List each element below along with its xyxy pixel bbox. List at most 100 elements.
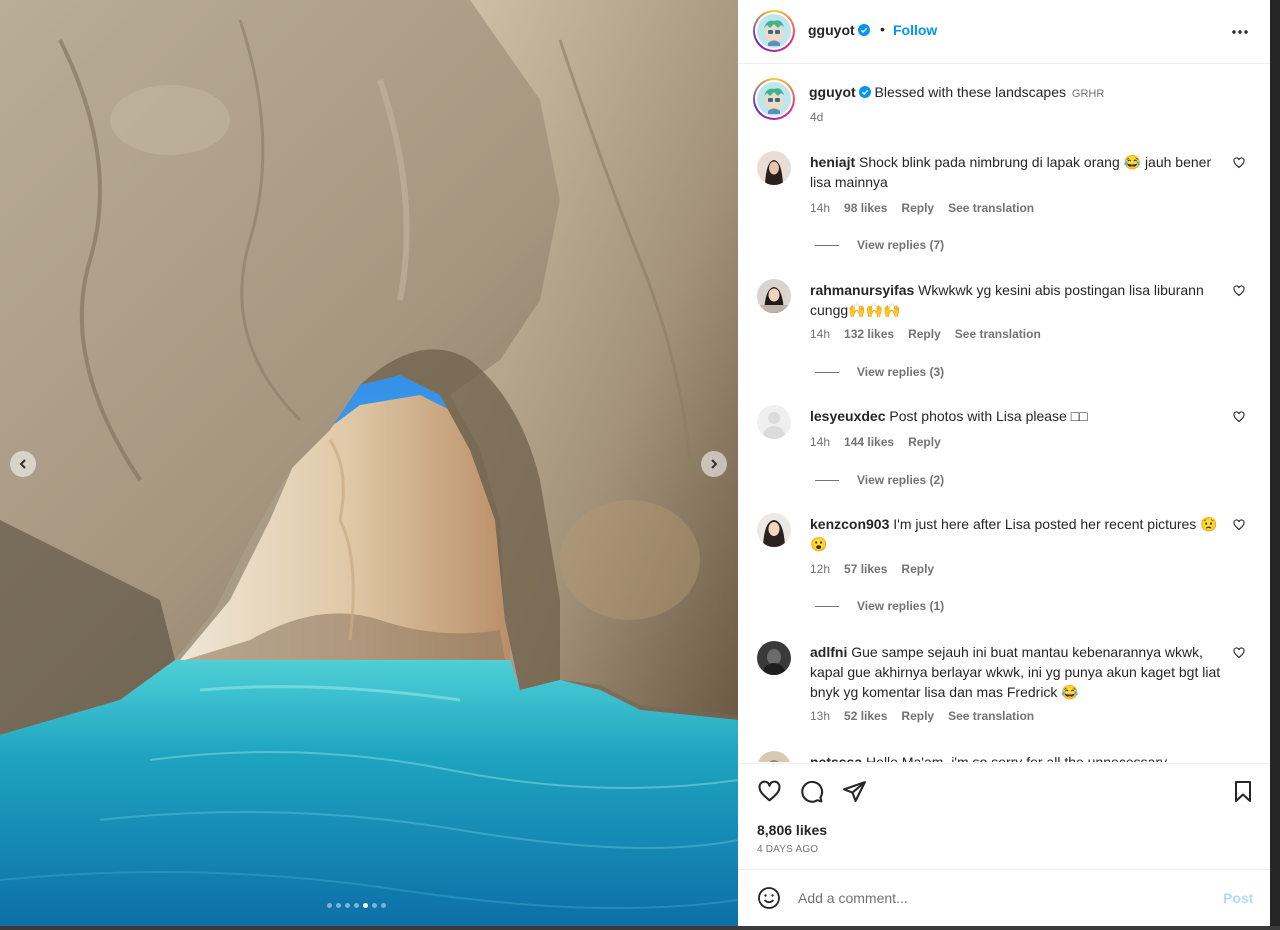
comment-text: Shock blink pada nimbrung di lapak orang… <box>810 154 1212 190</box>
carousel-dot <box>345 903 350 908</box>
heart-outline-icon <box>1233 285 1245 297</box>
profile-photo-icon <box>757 513 791 547</box>
view-replies-button[interactable]: View replies (2) <box>815 473 944 487</box>
comment-likes[interactable]: 144 likes <box>844 435 894 449</box>
profile-photo-icon <box>757 751 791 762</box>
share-button[interactable] <box>842 779 867 809</box>
carousel-dot <box>336 903 341 908</box>
comment-likes[interactable]: 98 likes <box>844 201 887 215</box>
like-comment-button[interactable] <box>1233 646 1245 664</box>
comment-meta: 14h 132 likes Reply See translation <box>810 327 1041 341</box>
like-comment-button[interactable] <box>1233 156 1245 174</box>
comment-time[interactable]: 14h <box>810 201 830 215</box>
reply-button[interactable]: Reply <box>901 562 934 576</box>
follow-button[interactable]: Follow <box>893 22 937 38</box>
comment-bubble-icon <box>801 780 824 803</box>
like-button[interactable] <box>757 779 782 809</box>
caption-avatar[interactable] <box>753 78 795 120</box>
add-comment-bar: Post <box>738 869 1270 926</box>
reply-button[interactable]: Reply <box>908 327 941 341</box>
commenter-username[interactable]: netsssa <box>810 754 862 762</box>
sea-arch-image <box>0 0 738 926</box>
comment-meta: 14h 98 likes Reply See translation <box>810 201 1034 215</box>
post-side-panel: gguyot • Follow gguyot Blessed with thes… <box>738 0 1270 926</box>
commenter-avatar[interactable] <box>757 405 791 439</box>
commenter-username[interactable]: rahmanursyifas <box>810 282 914 298</box>
comment-button[interactable] <box>799 779 824 809</box>
comment-meta: 13h 52 likes Reply See translation <box>810 709 1034 723</box>
cartoon-avatar-icon <box>764 20 784 46</box>
chevron-right-icon <box>711 459 718 469</box>
commenter-username[interactable]: heniajt <box>810 154 855 170</box>
view-replies-button[interactable]: View replies (1) <box>815 599 944 613</box>
verified-badge-icon <box>857 24 870 36</box>
reply-button[interactable]: Reply <box>908 435 941 449</box>
profile-photo-icon <box>757 641 791 675</box>
comment-text: Hello Ma'am, i'm so sorry for all the un… <box>866 754 1168 762</box>
heart-outline-icon <box>1233 411 1245 423</box>
reply-button[interactable]: Reply <box>901 201 934 215</box>
more-options-button[interactable] <box>1230 22 1250 47</box>
see-translation-button[interactable]: See translation <box>955 327 1041 341</box>
emoji-button[interactable] <box>757 886 781 915</box>
comment-likes[interactable]: 52 likes <box>844 709 887 723</box>
comment-time[interactable]: 12h <box>810 562 830 576</box>
commenter-avatar[interactable] <box>757 751 791 762</box>
heart-outline-icon <box>1233 519 1245 531</box>
window-bottom-strip <box>0 926 1280 930</box>
carousel-dot <box>363 903 368 908</box>
author-username[interactable]: gguyot <box>808 22 870 38</box>
commenter-avatar[interactable] <box>757 151 791 185</box>
post-date[interactable]: 4 DAYS AGO <box>757 844 818 855</box>
emoji-smile-icon <box>758 887 780 909</box>
view-replies-button[interactable]: View replies (7) <box>815 238 944 252</box>
post-comment-button[interactable]: Post <box>1223 890 1253 906</box>
post-actions: 8,806 likes 4 DAYS AGO <box>738 763 1270 869</box>
default-avatar-icon <box>757 405 791 439</box>
like-comment-button[interactable] <box>1233 284 1245 302</box>
comment-text: Gue sampe sejauh ini buat mantau kebenar… <box>810 644 1221 700</box>
caption-timestamp[interactable]: 4d <box>810 110 823 124</box>
carousel-next-button[interactable] <box>701 451 727 477</box>
profile-photo-icon <box>757 151 791 185</box>
post-header: gguyot • Follow <box>738 0 1270 64</box>
heart-outline-icon <box>1233 157 1245 169</box>
likes-count[interactable]: 8,806 likes <box>757 822 827 838</box>
commenter-avatar[interactable] <box>757 279 791 313</box>
carousel-prev-button[interactable] <box>10 451 36 477</box>
comment-time[interactable]: 13h <box>810 709 830 723</box>
save-button[interactable] <box>1231 779 1255 809</box>
profile-photo-icon <box>757 279 791 313</box>
like-comment-button[interactable] <box>1233 410 1245 428</box>
reply-button[interactable]: Reply <box>901 709 934 723</box>
comments-list[interactable]: gguyot Blessed with these landscapes GRH… <box>738 65 1270 762</box>
verified-badge-icon <box>858 86 871 98</box>
commenter-username[interactable]: adlfni <box>810 644 847 660</box>
carousel-dot <box>327 903 332 908</box>
see-translation-button[interactable]: See translation <box>948 201 1034 215</box>
comment-time[interactable]: 14h <box>810 435 830 449</box>
commenter-avatar[interactable] <box>757 641 791 675</box>
paper-plane-icon <box>843 781 866 802</box>
comment-meta: 12h 57 likes Reply <box>810 562 934 576</box>
view-replies-button[interactable]: View replies (3) <box>815 365 944 379</box>
comment-input[interactable] <box>798 886 1198 910</box>
cartoon-avatar-icon <box>764 88 784 114</box>
commenter-avatar[interactable] <box>757 513 791 547</box>
caption-text: Blessed with these landscapes <box>874 84 1066 100</box>
carousel-indicator <box>327 903 386 908</box>
comment-likes[interactable]: 57 likes <box>844 562 887 576</box>
author-avatar[interactable] <box>753 10 795 52</box>
commenter-username[interactable]: lesyeuxdec <box>810 408 886 424</box>
like-comment-button[interactable] <box>1233 518 1245 536</box>
comment-likes[interactable]: 132 likes <box>844 327 894 341</box>
commenter-username[interactable]: kenzcon903 <box>810 516 889 532</box>
caption-username[interactable]: gguyot <box>809 84 856 100</box>
heart-outline-icon <box>1233 647 1245 659</box>
carousel-dot <box>372 903 377 908</box>
comment-meta: 14h 144 likes Reply <box>810 435 941 449</box>
comment-time[interactable]: 14h <box>810 327 830 341</box>
post-photo <box>0 0 738 926</box>
caption-tag: GRHR <box>1071 88 1105 100</box>
see-translation-button[interactable]: See translation <box>948 709 1034 723</box>
